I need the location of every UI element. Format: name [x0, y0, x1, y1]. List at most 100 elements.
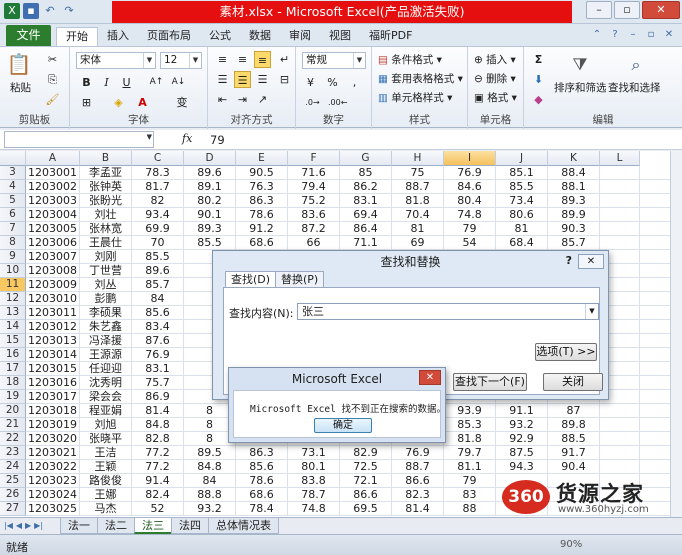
grid-cell[interactable]: 71.6 — [288, 166, 340, 180]
grid-cell[interactable]: 1203002 — [26, 180, 80, 194]
grid-cell[interactable]: 76.3 — [236, 180, 288, 194]
increase-indent-icon[interactable]: ⇥ — [234, 91, 251, 108]
grid-cell[interactable]: 1203025 — [26, 502, 80, 516]
conditional-format-button[interactable]: ▤ 条件格式 ▾ — [378, 52, 442, 67]
column-header[interactable]: H — [392, 151, 444, 166]
grid-cell[interactable]: 梁会会 — [80, 390, 132, 404]
ribbon-tab[interactable]: 审阅 — [280, 27, 320, 46]
cut-icon[interactable]: ✂ — [44, 51, 61, 68]
comma-icon[interactable]: , — [346, 74, 363, 91]
grid-cell[interactable]: 89.6 — [132, 264, 184, 278]
function-icon[interactable]: fx — [182, 132, 192, 145]
align-bottom-icon[interactable]: ≡ — [254, 51, 271, 68]
help-icon[interactable]: ? — [608, 29, 622, 41]
sheet-tab[interactable]: 法四 — [171, 518, 209, 534]
row-header[interactable]: 18 — [0, 376, 26, 390]
minimize-icon[interactable]: – — [586, 1, 612, 19]
grid-cell[interactable]: 73.1 — [288, 446, 340, 460]
column-header[interactable]: B — [80, 151, 132, 166]
grid-cell[interactable]: 72.5 — [340, 460, 392, 474]
bold-icon[interactable]: B — [78, 74, 95, 91]
grid-cell[interactable]: 75 — [392, 166, 444, 180]
grid-cell[interactable]: 86.3 — [236, 446, 288, 460]
align-top-icon[interactable]: ≡ — [214, 51, 231, 68]
row-header[interactable]: 25 — [0, 474, 26, 488]
grid-cell[interactable]: 85.6 — [132, 306, 184, 320]
grid-cell[interactable]: 84.6 — [444, 180, 496, 194]
grid-cell[interactable]: 84 — [184, 474, 236, 488]
grid-cell[interactable]: 77.2 — [132, 460, 184, 474]
grid-cell[interactable]: 1203018 — [26, 404, 80, 418]
grid-cell[interactable] — [600, 166, 640, 180]
sheet-tab[interactable]: 法一 — [60, 518, 98, 534]
grow-font-icon[interactable]: A↑ — [148, 74, 165, 91]
grid-cell[interactable]: 81 — [392, 222, 444, 236]
grid-cell[interactable]: 88 — [444, 502, 496, 516]
grid-cell[interactable] — [600, 432, 640, 446]
chevron-down-icon[interactable]: ▼ — [189, 53, 201, 68]
grid-cell[interactable]: 89.3 — [184, 222, 236, 236]
grid-cell[interactable]: 90.4 — [548, 460, 600, 474]
grid-cell[interactable]: 89.8 — [548, 418, 600, 432]
grid-cell[interactable]: 86.6 — [392, 474, 444, 488]
grid-cell[interactable]: 85.5 — [132, 250, 184, 264]
format-as-table-button[interactable]: ▦ 套用表格格式 ▾ — [378, 71, 463, 86]
row-header[interactable]: 13 — [0, 306, 26, 320]
grid-cell[interactable]: 80.2 — [184, 194, 236, 208]
sheet-tab[interactable]: 法二 — [97, 518, 135, 534]
grid-cell[interactable]: 1203022 — [26, 460, 80, 474]
grid-cell[interactable]: 75.7 — [132, 376, 184, 390]
paste-icon[interactable]: 📋 — [6, 51, 32, 77]
align-middle-icon[interactable]: ≡ — [234, 51, 251, 68]
doc-min-icon[interactable]: – — [626, 29, 640, 41]
grid-cell[interactable]: 85.1 — [496, 166, 548, 180]
grid-cell[interactable]: 任迎迎 — [80, 362, 132, 376]
grid-cell[interactable]: 87.2 — [288, 222, 340, 236]
sort-filter-icon[interactable]: ⧩ — [568, 53, 592, 77]
grid-cell[interactable]: 沈秀明 — [80, 376, 132, 390]
grid-cell[interactable]: 刘壮 — [80, 208, 132, 222]
next-sheet-icon[interactable]: ▶ — [25, 521, 31, 530]
grid-cell[interactable]: 94.3 — [496, 460, 548, 474]
row-header[interactable]: 12 — [0, 292, 26, 306]
grid-cell[interactable]: 76.9 — [444, 166, 496, 180]
options-button[interactable]: 选项(T) >> — [535, 343, 597, 361]
grid-cell[interactable]: 71.1 — [340, 236, 392, 250]
grid-cell[interactable]: 70 — [132, 236, 184, 250]
grid-cell[interactable]: 79 — [444, 222, 496, 236]
last-sheet-icon[interactable]: ▶| — [34, 521, 43, 530]
grid-cell[interactable]: 王源源 — [80, 348, 132, 362]
grid-cell[interactable]: 84.8 — [184, 460, 236, 474]
undo-icon[interactable]: ↶ — [42, 3, 58, 19]
grid-cell[interactable]: 91.4 — [132, 474, 184, 488]
column-header[interactable]: A — [26, 151, 80, 166]
grid-cell[interactable]: 74.8 — [288, 502, 340, 516]
grid-cell[interactable]: 69.9 — [132, 222, 184, 236]
grid-cell[interactable]: 张晓平 — [80, 432, 132, 446]
grid-cell[interactable]: 82 — [132, 194, 184, 208]
align-right-icon[interactable]: ☰ — [254, 71, 271, 88]
grid-cell[interactable]: 87.6 — [132, 334, 184, 348]
ribbon-tab[interactable]: 插入 — [98, 27, 138, 46]
grid-cell[interactable]: 80.1 — [288, 460, 340, 474]
find-what-input[interactable]: 张三 ▼ — [297, 303, 599, 320]
prev-sheet-icon[interactable]: ◀ — [16, 521, 22, 530]
grid-cell[interactable]: 1203014 — [26, 348, 80, 362]
grid-cell[interactable]: 81.4 — [392, 502, 444, 516]
column-header[interactable]: F — [288, 151, 340, 166]
doc-close-icon[interactable]: ✕ — [662, 29, 676, 41]
grid-cell[interactable]: 54 — [444, 236, 496, 250]
grid-cell[interactable]: 69 — [392, 236, 444, 250]
grid-cell[interactable]: 93.4 — [132, 208, 184, 222]
italic-icon[interactable]: I — [98, 74, 115, 91]
grid-cell[interactable]: 85.5 — [496, 180, 548, 194]
row-header[interactable]: 27 — [0, 502, 26, 516]
grid-cell[interactable]: 76.9 — [132, 348, 184, 362]
chevron-down-icon[interactable]: ▼ — [143, 53, 155, 68]
grid-cell[interactable]: 1203016 — [26, 376, 80, 390]
decrease-decimal-icon[interactable]: .00← — [328, 94, 347, 111]
doc-restore-icon[interactable]: ▫ — [644, 29, 658, 41]
chevron-down-icon[interactable]: ▼ — [353, 53, 365, 68]
grid-cell[interactable]: 李孟亚 — [80, 166, 132, 180]
close-icon[interactable]: ✕ — [578, 254, 604, 269]
